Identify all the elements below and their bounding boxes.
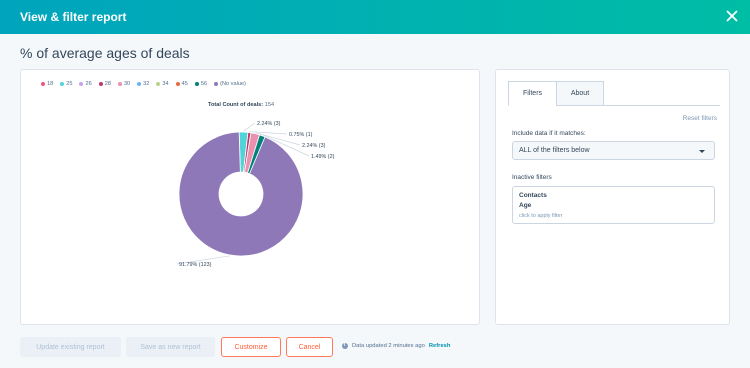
legend-swatch: [60, 82, 65, 86]
legend-swatch: [137, 82, 142, 86]
legend-swatch: [117, 82, 122, 86]
legend-swatch: [98, 82, 103, 86]
legend-item[interactable]: 30: [117, 81, 131, 87]
legend-item[interactable]: 34: [156, 81, 169, 87]
legend-item[interactable]: 56: [194, 81, 208, 87]
legend-item[interactable]: 25: [60, 81, 72, 87]
legend-swatch: [156, 82, 161, 86]
slice-data-label: 0.75% (1): [289, 132, 313, 138]
tab-divider: [604, 105, 720, 106]
reset-filters-link[interactable]: Reset filters: [683, 115, 717, 122]
filter-match-select[interactable]: ALL of the filters below: [512, 141, 715, 160]
slice-data-label: 2.24% (3): [257, 121, 281, 127]
page-title: % of average ages of deals: [20, 45, 190, 61]
legend-label: 28: [104, 81, 111, 87]
inactive-filters-label: Inactive filters: [512, 174, 552, 181]
inactive-filter-age[interactable]: Contacts Age click to apply filter: [512, 186, 715, 224]
filters-panel: Filters About Reset filters Include data…: [495, 69, 730, 325]
slice-data-label: 91.79% (123): [179, 262, 212, 268]
legend-label: 56: [200, 81, 208, 87]
tab-filters[interactable]: Filters: [508, 81, 557, 106]
legend-label: 34: [162, 81, 169, 87]
info-icon: [342, 342, 348, 349]
filter-tabs: Filters About: [508, 81, 604, 106]
legend-item[interactable]: 28: [98, 81, 111, 87]
legend-label: 25: [66, 81, 73, 87]
legend-item[interactable]: 45: [175, 81, 188, 87]
close-icon[interactable]: [724, 8, 740, 24]
filter-match-value: ALL of the filters below: [519, 147, 590, 154]
data-status: Data updated 2 minutes ago Refresh: [342, 342, 451, 349]
include-data-label: Include data if it matches:: [512, 130, 586, 137]
legend-item[interactable]: 18: [41, 81, 53, 87]
legend-swatch: [214, 82, 219, 86]
data-updated-text: Data updated 2 minutes ago: [352, 343, 425, 349]
tab-about[interactable]: About: [556, 81, 604, 106]
legend-swatch: [175, 82, 180, 86]
legend-swatch: [194, 82, 199, 86]
filter-object-label: Contacts: [519, 192, 547, 199]
legend-swatch: [79, 82, 84, 86]
chart-legend: 18 25 26 28 30 32 34 45 56 (No value): [41, 81, 246, 87]
legend-item[interactable]: 32: [137, 81, 149, 87]
legend-label: 18: [47, 81, 54, 87]
update-existing-report-button[interactable]: Update existing report: [20, 337, 121, 357]
modal-header: View & filter report: [0, 0, 750, 34]
save-as-new-report-button[interactable]: Save as new report: [126, 337, 215, 357]
chart-title: Total Count of deals:: [207, 102, 264, 108]
legend-label: 32: [143, 81, 150, 87]
chart-total: Total Count of deals: 154: [21, 102, 461, 108]
donut-chart: 2.24% (3) 0.75% (1) 2.24% (3) 1.49% (2) 91.7…: [176, 121, 335, 268]
modal-footer: Update existing report Save as new repor…: [20, 337, 730, 359]
legend-item[interactable]: (No value): [214, 81, 246, 87]
customize-button[interactable]: Customize: [221, 337, 281, 357]
legend-item[interactable]: 26: [79, 81, 92, 87]
legend-label: 30: [123, 81, 131, 87]
chart-card: 2.24% (3) 0.75% (1) 2.24% (3) 1.49% (2) 91.7…: [20, 69, 480, 325]
legend-label: 26: [85, 81, 92, 87]
chart-total-value: 154: [264, 102, 275, 108]
chevron-down-icon: [699, 150, 705, 153]
cancel-button[interactable]: Cancel: [286, 337, 333, 357]
refresh-link[interactable]: Refresh: [429, 343, 451, 349]
filter-property-label: Age: [519, 202, 532, 209]
legend-label: (No value): [220, 81, 246, 87]
modal-title: View & filter report: [20, 10, 127, 24]
filter-apply-hint: click to apply filter: [519, 213, 563, 219]
slice-leader-line: [243, 122, 256, 132]
legend-swatch: [41, 82, 45, 86]
legend-label: 45: [181, 81, 188, 87]
slice-data-label: 1.49% (2): [311, 154, 335, 160]
slice-data-label: 2.24% (3): [302, 143, 326, 149]
